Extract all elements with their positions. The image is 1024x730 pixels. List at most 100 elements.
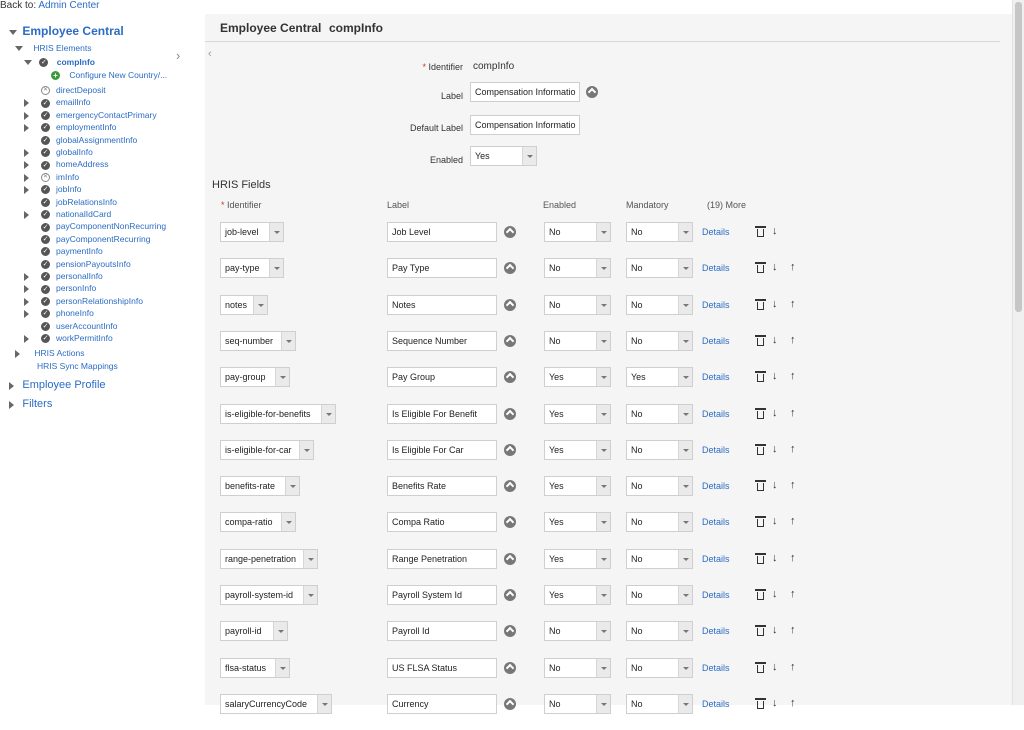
details-link[interactable]: Details xyxy=(702,517,730,527)
translate-icon[interactable] xyxy=(504,480,516,493)
translate-icon[interactable] xyxy=(504,552,516,565)
field-mandatory-select[interactable]: No xyxy=(626,258,693,279)
vertical-scrollbar[interactable] xyxy=(1012,0,1024,705)
col-more[interactable]: (19) More xyxy=(707,200,746,210)
collapsed-icon[interactable] xyxy=(24,161,33,170)
tree-item-label[interactable]: directDeposit xyxy=(56,85,106,95)
field-label-input[interactable]: Compa Ratio xyxy=(387,512,497,533)
tree-item-label[interactable]: emergencyContactPrimary xyxy=(56,110,157,120)
details-link[interactable]: Details xyxy=(702,336,730,346)
field-mandatory-select[interactable]: No xyxy=(626,621,693,642)
dropdown-icon[interactable] xyxy=(596,295,610,314)
field-label-input[interactable]: Job Level xyxy=(387,222,497,242)
tree-item-label[interactable]: emailInfo xyxy=(56,97,91,107)
field-identifier-select[interactable]: pay-group xyxy=(220,367,290,388)
tree-item-label[interactable]: payComponentNonRecurring xyxy=(56,221,166,231)
trash-icon[interactable] xyxy=(755,589,766,600)
translate-icon[interactable] xyxy=(504,625,516,638)
trash-icon[interactable] xyxy=(755,334,766,346)
tree-item-paymentInfo[interactable]: ✓ paymentInfo xyxy=(24,245,103,257)
arrow-up-icon[interactable]: ↑ xyxy=(790,697,796,709)
tree-item-label[interactable]: globalAssignmentInfo xyxy=(56,135,137,145)
tree-filters[interactable]: Filters xyxy=(9,397,52,411)
trash-icon[interactable] xyxy=(755,697,766,709)
tree-item-personInfo[interactable]: ✓ personInfo xyxy=(24,282,96,294)
arrow-down-icon[interactable]: ↓ xyxy=(772,334,778,346)
tree-item-payComponentRecurring[interactable]: ✓ payComponentRecurring xyxy=(24,233,151,245)
tree-item-label[interactable]: jobInfo xyxy=(56,184,82,194)
field-mandatory-select[interactable]: No xyxy=(626,403,693,424)
field-label-input[interactable]: US FLSA Status xyxy=(387,657,497,678)
trash-icon[interactable] xyxy=(755,480,766,492)
dropdown-icon[interactable] xyxy=(253,295,267,314)
field-enabled-select[interactable]: Yes xyxy=(544,476,611,497)
details-link[interactable]: Details xyxy=(702,626,730,636)
dropdown-icon[interactable] xyxy=(299,440,313,459)
tree-item-label[interactable]: phoneInfo xyxy=(56,308,94,318)
details-link[interactable]: Details xyxy=(702,481,730,491)
arrow-up-icon[interactable]: ↑ xyxy=(790,334,796,346)
field-mandatory-select[interactable]: Yes xyxy=(626,367,693,388)
field-identifier-select[interactable]: seq-number xyxy=(220,330,296,351)
field-label-input[interactable]: Range Penetration xyxy=(387,548,497,569)
field-identifier-select[interactable]: payroll-id xyxy=(220,621,288,642)
dropdown-icon[interactable] xyxy=(596,549,610,568)
field-enabled-select[interactable]: No xyxy=(544,693,611,714)
tree-item-globalAssignmentInfo[interactable]: ✓ globalAssignmentInfo xyxy=(24,134,137,146)
expanded-icon[interactable] xyxy=(9,30,17,36)
dropdown-icon[interactable] xyxy=(596,586,610,604)
tree-hris-actions[interactable]: HRIS Actions xyxy=(15,347,84,359)
arrow-up-icon[interactable]: ↑ xyxy=(790,407,796,419)
dropdown-icon[interactable] xyxy=(285,477,299,496)
translate-icon[interactable] xyxy=(504,334,516,347)
collapsed-icon[interactable] xyxy=(24,285,33,294)
dropdown-icon[interactable] xyxy=(273,622,287,641)
chevron-right-icon[interactable]: › xyxy=(176,48,180,63)
field-identifier-select[interactable]: range-penetration xyxy=(220,548,318,569)
arrow-down-icon[interactable]: ↓ xyxy=(772,225,778,237)
field-mandatory-select[interactable]: No xyxy=(626,693,693,714)
arrow-up-icon[interactable]: ↑ xyxy=(790,298,796,310)
dropdown-icon[interactable] xyxy=(275,658,289,677)
field-mandatory-select[interactable]: No xyxy=(626,512,693,533)
arrow-down-icon[interactable]: ↓ xyxy=(772,479,778,491)
dropdown-icon[interactable] xyxy=(269,223,283,241)
dropdown-icon[interactable] xyxy=(596,622,610,641)
field-enabled-select[interactable]: No xyxy=(544,222,611,242)
translate-icon[interactable] xyxy=(504,516,516,529)
dropdown-icon[interactable] xyxy=(678,549,692,568)
field-label-input[interactable]: Currency xyxy=(387,693,497,714)
details-link[interactable]: Details xyxy=(702,590,730,600)
tree-item-label[interactable]: userAccountInfo xyxy=(56,321,117,331)
arrow-up-icon[interactable]: ↑ xyxy=(790,261,796,273)
translate-icon[interactable] xyxy=(504,298,516,311)
dropdown-icon[interactable] xyxy=(275,368,289,387)
chevron-left-icon[interactable]: ‹ xyxy=(208,48,212,60)
field-enabled-select[interactable]: No xyxy=(544,621,611,642)
field-mandatory-select[interactable]: No xyxy=(626,476,693,497)
arrow-up-icon[interactable]: ↑ xyxy=(790,624,796,636)
dropdown-icon[interactable] xyxy=(678,404,692,423)
tree-configure-new-country[interactable]: + Configure New Country/... xyxy=(51,69,167,81)
label-input[interactable]: Compensation Informatio xyxy=(470,82,580,102)
dropdown-icon[interactable] xyxy=(678,622,692,641)
dropdown-icon[interactable] xyxy=(303,586,317,604)
field-identifier-select[interactable]: job-level xyxy=(220,222,284,242)
tree-item-imInfo[interactable]: ✕ imInfo xyxy=(24,171,79,183)
details-link[interactable]: Details xyxy=(702,263,730,273)
trash-icon[interactable] xyxy=(755,443,766,455)
field-enabled-select[interactable]: Yes xyxy=(544,403,611,424)
tree-hris-sync[interactable]: HRIS Sync Mappings xyxy=(37,360,118,372)
collapsed-icon[interactable] xyxy=(24,297,33,306)
dropdown-icon[interactable] xyxy=(522,147,536,165)
arrow-up-icon[interactable]: ↑ xyxy=(790,552,796,564)
default-label-input[interactable]: Compensation Informatio xyxy=(470,115,580,135)
tree-hris-elements[interactable]: HRIS Elements xyxy=(15,42,91,54)
field-identifier-select[interactable]: payroll-system-id xyxy=(220,585,318,605)
arrow-down-icon[interactable]: ↓ xyxy=(772,443,778,455)
translate-icon[interactable] xyxy=(504,226,516,238)
tree-item-label[interactable]: jobRelationsInfo xyxy=(56,197,117,207)
dropdown-icon[interactable] xyxy=(596,658,610,677)
back-to-admin-center-link[interactable]: Admin Center xyxy=(38,0,99,11)
field-label-input[interactable]: Payroll System Id xyxy=(387,585,497,605)
